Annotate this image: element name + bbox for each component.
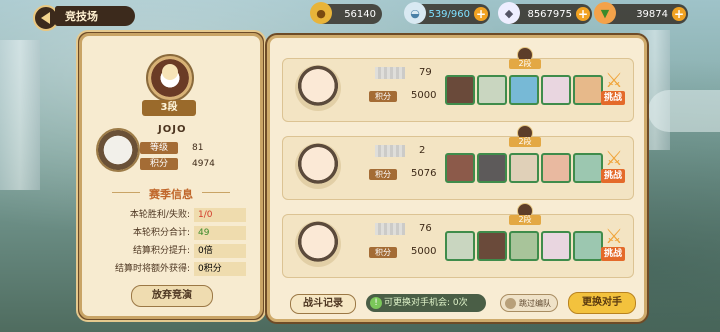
- blurred-name: [375, 223, 405, 235]
- challenge-button[interactable]: ⚔ 挑战: [601, 225, 627, 265]
- opponents-panel: 79 积分 5000 2段 ⚔ 挑战 2 积分 5076 2段 ⚔ 挑战 76 …: [267, 35, 647, 322]
- hero-portrait: [541, 231, 571, 261]
- hero-portrait: [445, 153, 475, 183]
- stamina-bowl-icon: ◒: [404, 2, 426, 24]
- stamina-resource: ◒ 539/960 +: [404, 2, 490, 24]
- hero-portrait: [445, 75, 475, 105]
- background-pillar: [0, 40, 40, 190]
- crossed-swords-icon: ⚔: [605, 146, 623, 170]
- info-icon: !: [370, 297, 382, 309]
- hero-portrait: [445, 231, 475, 261]
- page-title: 竞技场: [55, 6, 135, 26]
- avatar[interactable]: [96, 128, 140, 172]
- player-level: 81: [192, 143, 204, 153]
- background-fountain: [648, 90, 720, 132]
- hero-portrait: [477, 231, 507, 261]
- gem-resource: ◆ 8567975 +: [498, 2, 592, 24]
- challenge-button[interactable]: ⚔ 挑战: [601, 69, 627, 109]
- skip-formation-toggle[interactable]: 跳过编队: [500, 294, 558, 312]
- hero-portrait: [541, 75, 571, 105]
- blurred-name: [375, 145, 405, 157]
- opponent-card[interactable]: 76 积分 5000 2段 ⚔ 挑战: [282, 203, 634, 278]
- player-card: JOJO 等级 81 积分 4974: [96, 124, 246, 174]
- checkbox-icon: [505, 298, 516, 309]
- season-info-title: 赛季信息: [82, 186, 260, 202]
- rank-medal-icon: [146, 54, 194, 102]
- gem-icon: ◆: [498, 2, 520, 24]
- hero-portrait: [509, 153, 539, 183]
- opponent-rank-badge: 2段: [509, 47, 541, 69]
- season-row: 本轮积分合计: 49: [90, 226, 252, 241]
- add-gem-button[interactable]: +: [576, 7, 590, 21]
- hero-portrait: [477, 153, 507, 183]
- hero-portrait: [477, 75, 507, 105]
- hero-portrait: [509, 75, 539, 105]
- coin-icon: ●: [310, 2, 332, 24]
- opponent-card[interactable]: 2 积分 5076 2段 ⚔ 挑战: [282, 125, 634, 200]
- swap-opponent-button[interactable]: 更换对手: [568, 292, 636, 314]
- season-row: 结算积分提升: 0倍: [90, 244, 252, 259]
- rank-label: 3段: [142, 100, 196, 116]
- hero-portrait: [573, 75, 603, 105]
- hero-portrait: [573, 153, 603, 183]
- swap-chances-info: ! 可更换对手机会: 0次: [366, 294, 486, 312]
- give-up-button[interactable]: 放弃竞演: [131, 285, 213, 307]
- opponent-rank-badge: 2段: [509, 125, 541, 147]
- hero-portrait: [509, 231, 539, 261]
- opponent-score: 5076: [411, 168, 437, 179]
- opponent-score: 5000: [411, 90, 437, 101]
- carrot-icon: ▼: [594, 2, 616, 24]
- opponent-avatar[interactable]: [295, 221, 341, 267]
- opponent-avatar[interactable]: [295, 143, 341, 189]
- coin-resource: ● 56140: [310, 2, 382, 24]
- level-row: 等级 81: [140, 142, 240, 154]
- carrot-resource: ▼ 39874 +: [594, 2, 688, 24]
- battle-record-button[interactable]: 战斗记录: [290, 294, 356, 314]
- score-row: 积分 4974: [140, 158, 240, 170]
- player-info-panel: 3段 JOJO 等级 81 积分 4974 赛季信息 本轮胜利/失败: 1/0 …: [76, 30, 266, 322]
- back-arrow-icon: [40, 12, 50, 24]
- player-score: 4974: [192, 159, 215, 169]
- add-stamina-button[interactable]: +: [474, 7, 488, 21]
- crossed-swords-icon: ⚔: [605, 224, 623, 248]
- challenge-button[interactable]: ⚔ 挑战: [601, 147, 627, 187]
- player-name: JOJO: [158, 124, 187, 135]
- season-row: 结算时将额外获得: 0积分: [90, 262, 252, 277]
- add-carrot-button[interactable]: +: [672, 7, 686, 21]
- hero-portrait: [541, 153, 571, 183]
- crossed-swords-icon: ⚔: [605, 68, 623, 92]
- season-row: 本轮胜利/失败: 1/0: [90, 208, 252, 223]
- opponent-avatar[interactable]: [295, 65, 341, 111]
- opponent-card[interactable]: 79 积分 5000 2段 ⚔ 挑战: [282, 47, 634, 122]
- opponent-score: 5000: [411, 246, 437, 257]
- hero-portrait: [573, 231, 603, 261]
- blurred-name: [375, 67, 405, 79]
- opponent-rank-badge: 2段: [509, 203, 541, 225]
